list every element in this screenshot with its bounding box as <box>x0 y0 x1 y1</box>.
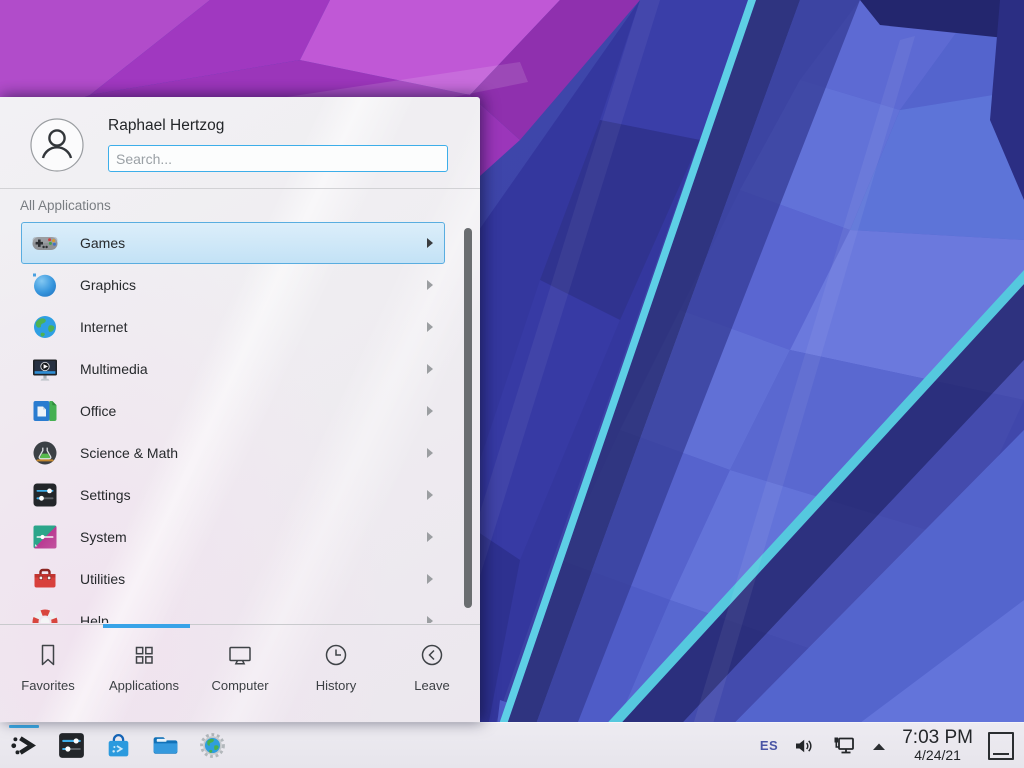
tab-label: Computer <box>211 678 268 693</box>
submenu-arrow-icon <box>427 406 433 416</box>
submenu-arrow-icon <box>427 322 433 332</box>
category-utilities[interactable]: Utilities <box>21 558 445 600</box>
section-label: All Applications <box>20 198 111 213</box>
list-scrollbar[interactable] <box>464 228 472 608</box>
user-avatar-icon[interactable] <box>30 118 84 172</box>
discover-icon <box>103 730 134 761</box>
taskbar: ES 7:03 PM 4/24/21 <box>0 722 1024 768</box>
volume-icon[interactable] <box>793 735 815 757</box>
application-launcher-button[interactable] <box>9 730 40 761</box>
tab-label: Applications <box>109 678 179 693</box>
category-label: Settings <box>80 487 131 503</box>
category-label: Science & Math <box>80 445 178 461</box>
category-label: Help <box>80 613 109 623</box>
category-label: Office <box>80 403 116 419</box>
discover-button[interactable] <box>103 730 134 761</box>
clock-icon <box>321 640 351 670</box>
graphics-icon <box>31 271 59 299</box>
system-settings-icon <box>56 730 87 761</box>
header-separator <box>0 188 480 189</box>
category-help[interactable]: Help <box>21 600 445 623</box>
category-label: System <box>80 529 127 545</box>
help-lifering-icon <box>31 607 59 623</box>
tab-computer[interactable]: Computer <box>192 628 288 722</box>
submenu-arrow-icon <box>427 490 433 500</box>
category-label: Utilities <box>80 571 125 587</box>
tab-label: Leave <box>414 678 449 693</box>
launcher-header: Raphael Hertzog <box>0 97 480 188</box>
keyboard-layout-indicator[interactable]: ES <box>760 738 778 753</box>
file-manager-button[interactable] <box>150 730 181 761</box>
network-icon[interactable] <box>830 734 856 758</box>
tab-label: History <box>316 678 356 693</box>
active-task-indicator <box>9 725 39 728</box>
web-browser-button[interactable] <box>197 730 228 761</box>
tab-label: Favorites <box>21 678 74 693</box>
dolphin-folder-icon <box>150 730 181 761</box>
category-multimedia[interactable]: Multimedia <box>21 348 445 390</box>
footer-separator <box>0 624 480 625</box>
category-settings[interactable]: Settings <box>21 474 445 516</box>
category-label: Games <box>80 235 125 251</box>
category-office[interactable]: Office <box>21 390 445 432</box>
tab-history[interactable]: History <box>288 628 384 722</box>
category-label: Internet <box>80 319 127 335</box>
category-science-math[interactable]: Science & Math <box>21 432 445 474</box>
multimedia-icon <box>31 355 59 383</box>
category-internet[interactable]: Internet <box>21 306 445 348</box>
category-label: Multimedia <box>80 361 148 377</box>
search-input[interactable] <box>108 145 448 172</box>
category-list: Games Graphics <box>0 222 480 623</box>
office-icon <box>31 397 59 425</box>
application-launcher-menu: Raphael Hertzog All Applications Games <box>0 97 480 722</box>
utilities-toolbox-icon <box>31 565 59 593</box>
category-graphics[interactable]: Graphics <box>21 264 445 306</box>
system-tray: ES 7:03 PM 4/24/21 <box>760 723 1024 768</box>
submenu-arrow-icon <box>427 448 433 458</box>
konqueror-globe-gear-icon <box>197 730 228 761</box>
expand-tray-caret-icon[interactable] <box>871 740 887 752</box>
category-games[interactable]: Games <box>21 222 445 264</box>
category-system[interactable]: System <box>21 516 445 558</box>
show-desktop-button[interactable] <box>988 732 1014 760</box>
digital-clock[interactable]: 7:03 PM 4/24/21 <box>902 728 973 763</box>
tab-favorites[interactable]: Favorites <box>0 628 96 722</box>
settings-sliders-icon <box>31 481 59 509</box>
monitor-icon <box>225 640 255 670</box>
app-grid-icon <box>129 640 159 670</box>
tab-leave[interactable]: Leave <box>384 628 480 722</box>
clock-date: 4/24/21 <box>902 748 973 763</box>
taskbar-app-icons <box>0 723 228 768</box>
search-field-wrap <box>108 145 448 172</box>
launcher-tab-bar: Favorites Applications Computer <box>0 628 480 722</box>
submenu-arrow-icon <box>427 238 433 248</box>
submenu-arrow-icon <box>427 574 433 584</box>
kickoff-launcher-icon <box>9 730 40 761</box>
submenu-arrow-icon <box>427 532 433 542</box>
bookmark-icon <box>33 640 63 670</box>
internet-globe-icon <box>31 313 59 341</box>
science-flask-icon <box>31 439 59 467</box>
tab-applications[interactable]: Applications <box>96 628 192 722</box>
submenu-arrow-icon <box>427 364 433 374</box>
system-icon <box>31 523 59 551</box>
submenu-arrow-icon <box>427 616 433 623</box>
submenu-arrow-icon <box>427 280 433 290</box>
desktop: ES 7:03 PM 4/24/21 <box>0 0 1024 768</box>
category-label: Graphics <box>80 277 136 293</box>
user-name: Raphael Hertzog <box>108 117 224 135</box>
games-icon <box>31 229 59 257</box>
clock-time: 7:03 PM <box>902 728 973 748</box>
leave-circle-icon <box>417 640 447 670</box>
system-settings-button[interactable] <box>56 730 87 761</box>
